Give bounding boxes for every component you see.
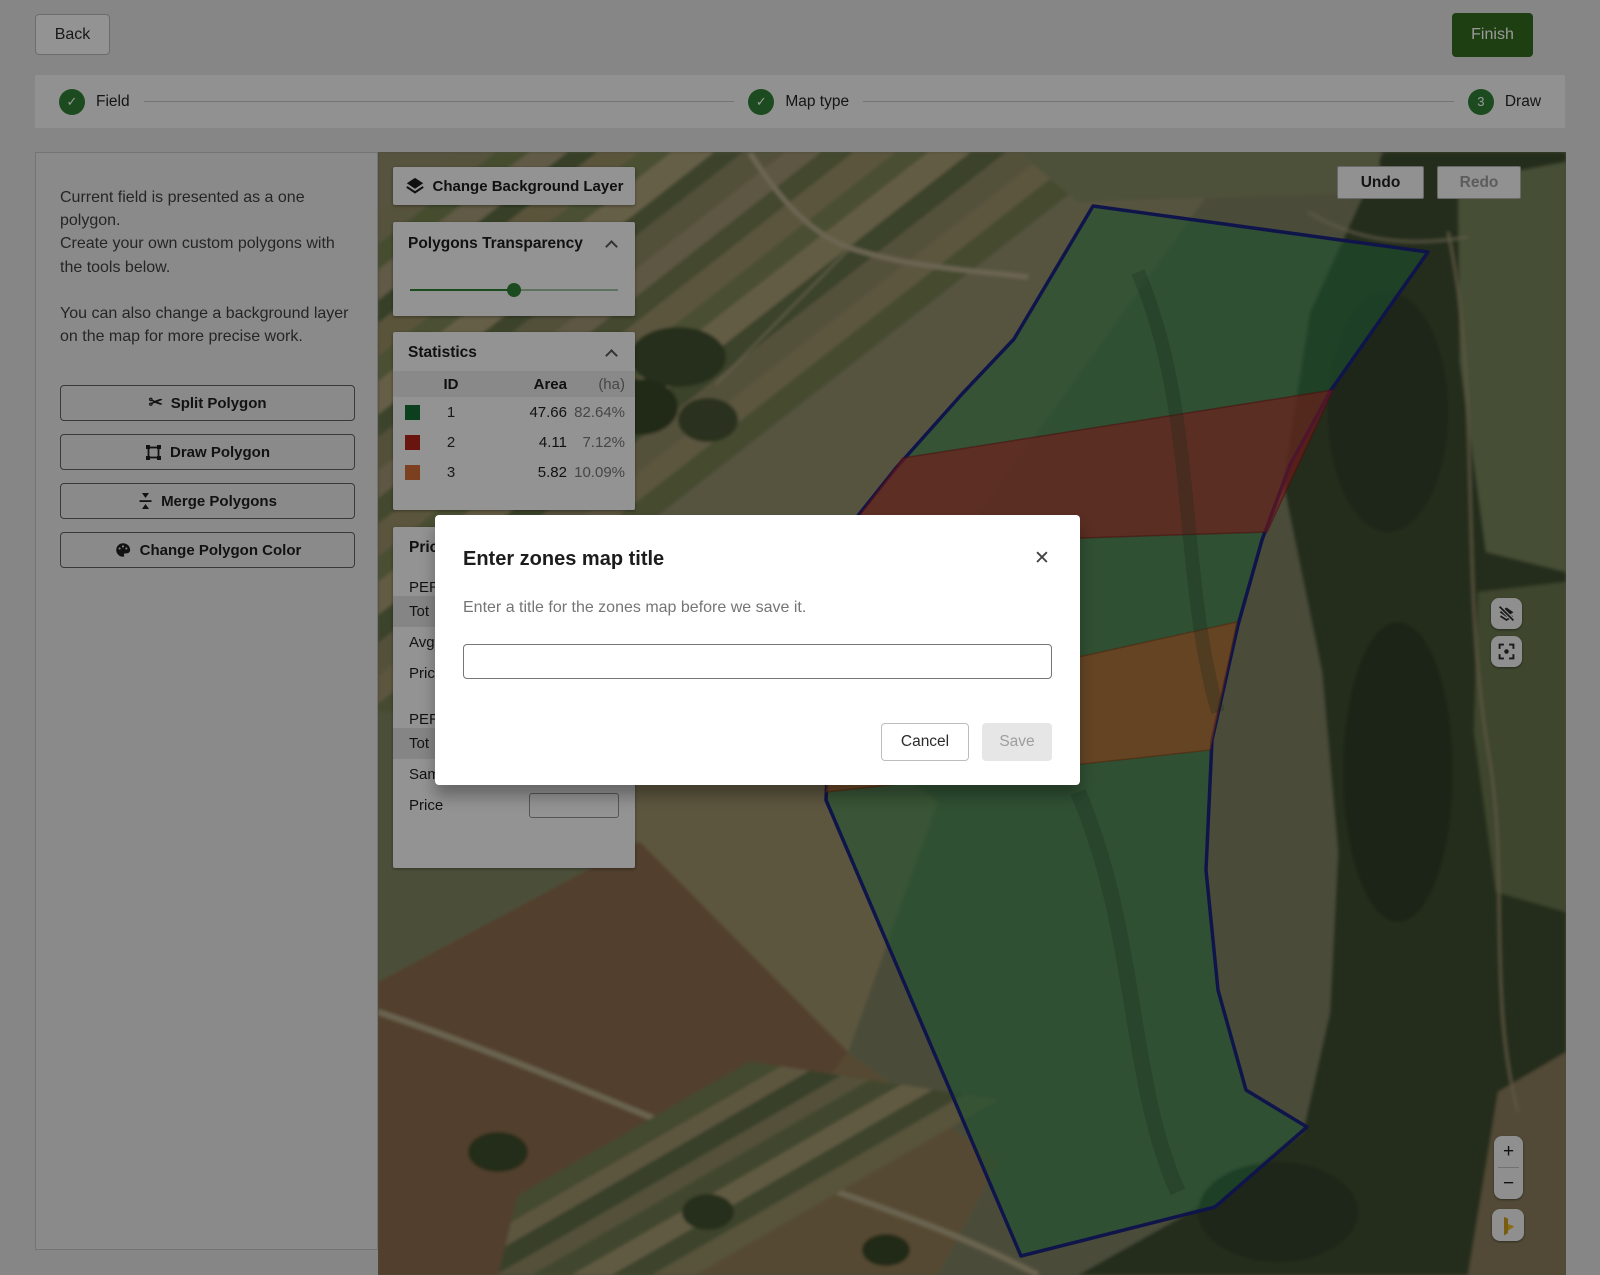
cancel-button[interactable]: Cancel <box>881 723 969 761</box>
dialog-actions: Cancel Save <box>881 723 1052 761</box>
dialog-message: Enter a title for the zones map before w… <box>463 599 806 617</box>
zones-map-title-input[interactable] <box>463 644 1052 679</box>
dialog-title: Enter zones map title <box>463 548 664 571</box>
draw-zones-page: Back Finish ✓ Field ✓ Map type 3 Draw Cu… <box>0 0 1600 1275</box>
zones-title-dialog: Enter zones map title ✕ Enter a title fo… <box>435 515 1080 785</box>
save-button[interactable]: Save <box>982 723 1052 761</box>
close-icon[interactable]: ✕ <box>1029 545 1055 571</box>
